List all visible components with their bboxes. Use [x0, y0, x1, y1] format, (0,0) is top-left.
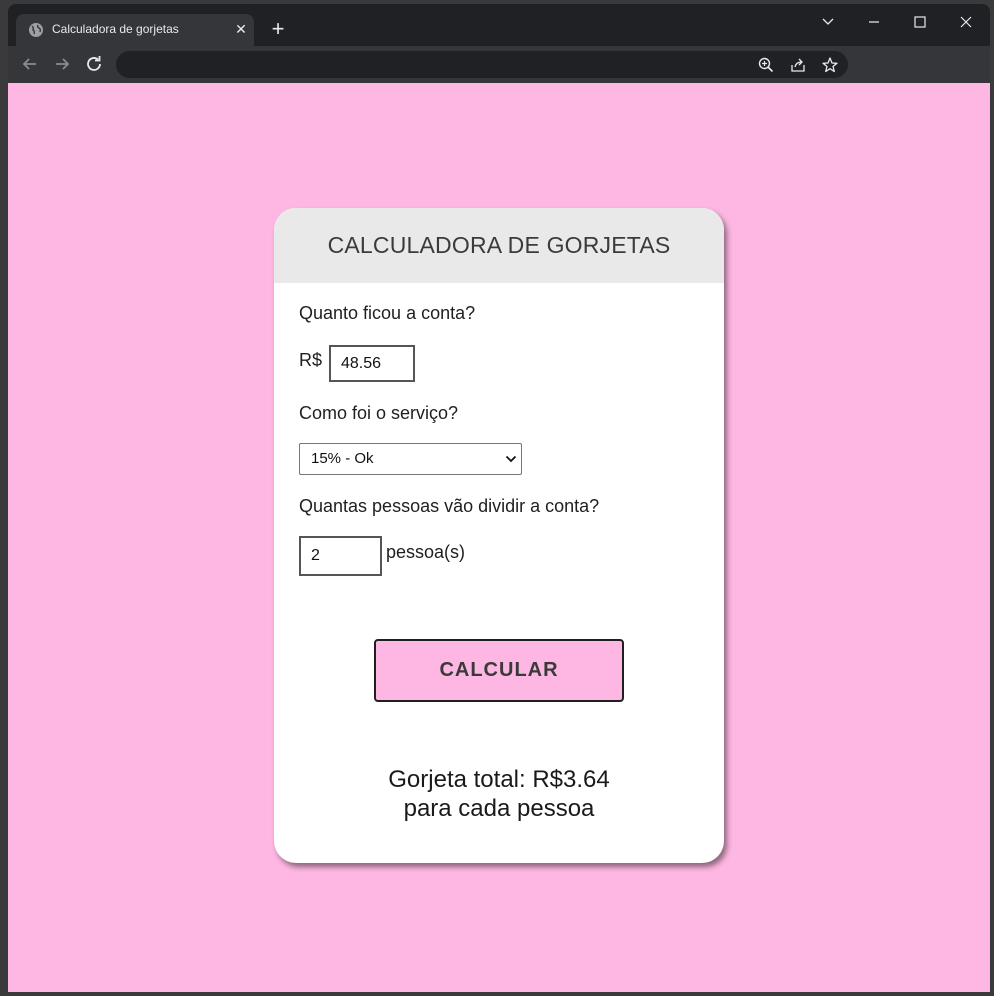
bill-question-label: Quanto ficou a conta? — [299, 303, 476, 323]
page-title: CALCULADORA DE GORJETAS — [327, 232, 671, 258]
maximize-icon[interactable] — [905, 10, 935, 34]
currency-label: R$ — [299, 350, 323, 370]
bill-amount-input[interactable]: 48.56 — [329, 345, 415, 382]
people-unit-label: pessoa(s) — [386, 542, 466, 562]
new-tab-button[interactable]: + — [266, 18, 290, 42]
calculate-button[interactable]: CALCULAR — [374, 639, 624, 702]
people-count-input[interactable]: 2 — [299, 536, 382, 576]
tip-calculator-card: CALCULADORA DE GORJETAS Quanto ficou a c… — [274, 208, 724, 863]
close-window-icon[interactable] — [951, 10, 981, 34]
page-viewport: CALCULADORA DE GORJETAS Quanto ficou a c… — [8, 83, 990, 992]
minimize-icon[interactable] — [859, 10, 889, 34]
tab-strip: Calculadora de gorjetas ✕ + — [8, 4, 990, 46]
chevron-down-icon — [505, 455, 517, 463]
tip-result: Gorjeta total: R$3.64 — [388, 766, 610, 793]
close-tab-icon[interactable]: ✕ — [232, 20, 250, 38]
service-question-label: Como foi o serviço? — [299, 403, 459, 423]
share-icon[interactable] — [789, 56, 807, 74]
service-quality-select[interactable]: 15% - Ok — [299, 443, 522, 475]
service-selected-value: 15% - Ok — [311, 450, 374, 467]
zoom-icon[interactable] — [757, 56, 775, 74]
forward-arrow-icon[interactable] — [50, 52, 74, 76]
globe-icon — [29, 23, 43, 37]
back-arrow-icon[interactable] — [18, 52, 42, 76]
browser-window: Calculadora de gorjetas ✕ + CALCULADORA … — [8, 4, 990, 992]
browser-toolbar — [8, 46, 990, 83]
address-bar[interactable] — [116, 51, 848, 78]
tip-result-per-person: para cada pessoa — [403, 795, 595, 822]
bookmark-star-icon[interactable] — [821, 56, 839, 74]
browser-tab[interactable]: Calculadora de gorjetas ✕ — [16, 14, 254, 46]
people-question-label: Quantas pessoas vão dividir a conta? — [299, 496, 600, 516]
card-header: CALCULADORA DE GORJETAS — [274, 208, 724, 283]
tab-search-icon[interactable] — [813, 10, 843, 34]
reload-icon[interactable] — [82, 52, 106, 76]
tab-title: Calculadora de gorjetas — [52, 22, 179, 36]
